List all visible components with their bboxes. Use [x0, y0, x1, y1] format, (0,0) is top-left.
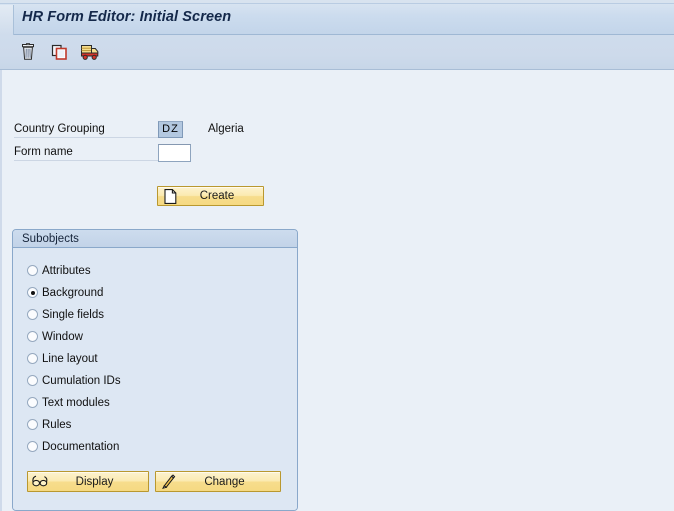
country-grouping-row: Country Grouping — [14, 120, 105, 138]
country-grouping-label: Country Grouping — [14, 123, 105, 135]
window-title-bar: HR Form Editor: Initial Screen — [0, 0, 674, 35]
content-left-border — [0, 70, 2, 511]
toolbar-icon-group — [17, 41, 101, 63]
radio-attributes[interactable]: Attributes — [27, 262, 91, 279]
country-grouping-description: Algeria — [208, 123, 244, 135]
radio-text-modules[interactable]: Text modules — [27, 394, 110, 411]
radio-mark-icon — [27, 353, 38, 364]
page-title: HR Form Editor: Initial Screen — [22, 9, 232, 25]
subobjects-title: Subobjects — [13, 230, 297, 248]
transport-icon — [81, 45, 99, 60]
radio-mark-icon — [27, 287, 38, 298]
radio-label: Documentation — [42, 440, 120, 453]
radio-line-layout[interactable]: Line layout — [27, 350, 98, 367]
country-grouping-underline — [14, 137, 158, 138]
radio-label: Background — [42, 286, 104, 299]
change-button[interactable]: Change — [155, 471, 281, 492]
application-toolbar: © www.tutorialkart.com — [0, 35, 674, 99]
radio-cumulation-ids[interactable]: Cumulation IDs — [27, 372, 121, 389]
delete-icon — [21, 43, 34, 60]
display-button[interactable]: Display — [27, 471, 149, 492]
form-name-underline — [14, 160, 158, 161]
new-document-icon — [161, 187, 179, 205]
radio-mark-icon — [27, 309, 38, 320]
radio-label: Cumulation IDs — [42, 374, 121, 387]
radio-mark-icon — [27, 331, 38, 342]
radio-label: Window — [42, 330, 83, 343]
pencil-icon — [159, 473, 177, 491]
radio-label: Line layout — [42, 352, 98, 365]
country-grouping-value[interactable]: DZ — [158, 121, 183, 138]
copy-icon — [51, 44, 67, 60]
radio-single-fields[interactable]: Single fields — [27, 306, 104, 323]
radio-label: Text modules — [42, 396, 110, 409]
radio-window[interactable]: Window — [27, 328, 83, 345]
title-bar-left-edge — [0, 5, 14, 35]
radio-label: Attributes — [42, 264, 91, 277]
radio-mark-icon — [27, 265, 38, 276]
radio-label: Single fields — [42, 308, 105, 321]
radio-label: Rules — [42, 418, 72, 431]
form-name-row: Form name — [14, 143, 73, 161]
sap-window: HR Form Editor: Initial Screen Country G… — [0, 0, 674, 511]
form-name-label: Form name — [14, 146, 73, 158]
radio-documentation[interactable]: Documentation — [27, 438, 119, 455]
create-button[interactable]: Create — [157, 186, 264, 206]
delete-button[interactable] — [17, 41, 39, 63]
main-content: Country Grouping DZ Algeria Form name Cr… — [0, 70, 674, 511]
display-button-label: Display — [75, 475, 114, 488]
radio-background[interactable]: Background — [27, 284, 103, 301]
form-name-input[interactable] — [158, 144, 191, 162]
radio-mark-icon — [27, 441, 38, 452]
glasses-icon — [31, 473, 49, 491]
radio-rules[interactable]: Rules — [27, 416, 71, 433]
radio-mark-icon — [27, 375, 38, 386]
radio-mark-icon — [27, 419, 38, 430]
radio-mark-icon — [27, 397, 38, 408]
copy-button[interactable] — [48, 41, 70, 63]
change-button-label: Change — [204, 475, 245, 488]
create-button-label: Create — [199, 190, 235, 202]
subobjects-body: Attributes Background Single fields Wind… — [13, 248, 297, 510]
subobjects-groupbox: Subobjects Attributes Background Single … — [12, 229, 298, 511]
transport-button[interactable] — [79, 41, 101, 63]
